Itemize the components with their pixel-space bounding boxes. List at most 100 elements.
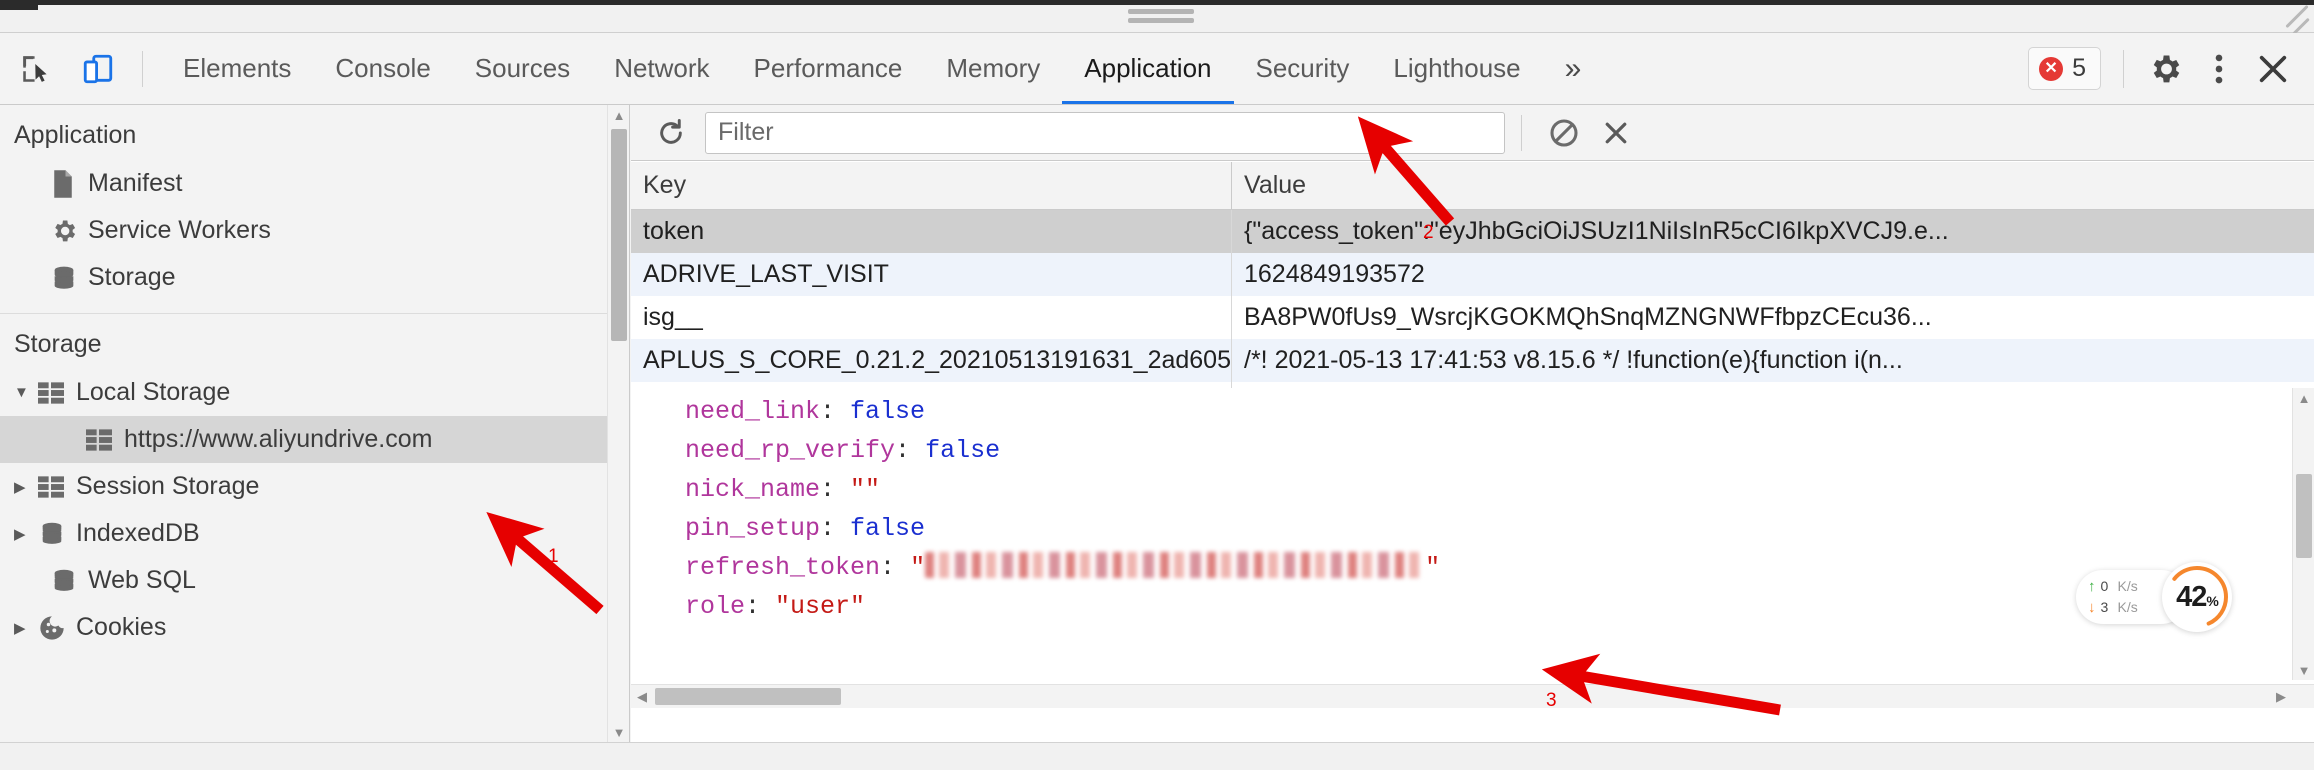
devtools-tabbar: Elements Console Sources Network Perform… [0,33,2314,105]
preview-value: false [925,436,1001,465]
sidebar-item-label: Service Workers [88,216,271,244]
preview-key: role [685,592,746,621]
chevron-down-icon[interactable]: ▼ [14,384,38,401]
cell-key: token [631,210,1232,253]
sidebar-item-indexeddb[interactable]: ▶ IndexedDB [0,510,629,557]
close-icon[interactable] [2246,42,2300,96]
scroll-down-icon[interactable]: ▼ [2293,660,2314,680]
sidebar-item-label: IndexedDB [76,519,200,547]
kebab-menu-icon[interactable] [2192,42,2246,96]
preview-line: need_link: false [685,397,926,426]
error-count-badge[interactable]: ✕ 5 [2028,47,2101,90]
preview-key: need_rp_verify [685,436,896,465]
application-sidebar: Application Manifest Service Workers Sto… [0,105,630,742]
gear-icon[interactable] [2138,42,2192,96]
sidebar-scrollbar[interactable]: ▲ ▼ [607,105,629,742]
cell-value: {"access_token":"eyJhbGciOiJSUzI1NiIsInR… [1244,217,1949,245]
devtools-window: Elements Console Sources Network Perform… [0,0,2314,770]
sidebar-item-manifest[interactable]: Manifest [0,160,629,207]
filter-input[interactable] [705,111,1505,154]
inspect-element-icon[interactable] [10,43,62,95]
sidebar-item-cookies[interactable]: ▶ Cookies [0,604,629,651]
tab-application[interactable]: Application [1062,33,1233,104]
table-icon [38,475,76,498]
tab-performance[interactable]: Performance [732,33,925,104]
window-bottom-strip [0,742,2314,770]
document-icon [50,169,88,199]
sidebar-section-storage-title: Storage [14,330,102,358]
scrollbar-thumb[interactable] [655,688,841,705]
cookie-icon [38,614,76,642]
tab-lighthouse[interactable]: Lighthouse [1371,33,1542,104]
network-speed-widget[interactable]: ↑ 0 K/s ↓ 3 K/s 42% [2076,562,2232,632]
tab-security[interactable]: Security [1234,33,1372,104]
chevron-right-icon[interactable]: ▶ [14,525,38,543]
preview-value: false [850,397,926,426]
more-tabs-icon[interactable]: » [1543,33,1604,104]
toolbar-separator [142,50,143,87]
cell-key: APLUS_S_CORE_0.21.2_20210513191631_2ad60… [631,339,1232,382]
sidebar-item-label: Local Storage [76,378,231,406]
sidebar-item-session-storage[interactable]: ▶ Session Storage [0,463,629,510]
refresh-icon[interactable] [645,107,697,159]
preview-key: nick_name [685,475,821,504]
redacted-token-value [925,552,1426,578]
preview-line: role: "user" [685,592,866,621]
upload-unit: K/s [2117,578,2138,594]
cell-key: ADRIVE_LAST_VISIT [631,253,1232,296]
column-header-key[interactable]: Key [631,162,1232,209]
preview-value: false [850,514,926,543]
value-preview-panel: need_link: false need_rp_verify: false n… [631,388,2314,708]
sidebar-item-local-storage[interactable]: ▼ Local Storage [0,369,629,416]
sidebar-item-label: Manifest [88,169,183,197]
tab-memory[interactable]: Memory [924,33,1062,104]
cell-key: isg__ [631,296,1232,339]
database-icon [50,568,88,594]
chevron-right-icon[interactable]: ▶ [14,619,38,637]
scrollbar-thumb[interactable] [611,129,627,341]
scroll-left-icon[interactable]: ◀ [631,685,653,709]
sidebar-item-label: Session Storage [76,472,260,500]
sidebar-item-label: Storage [88,263,176,291]
sidebar-item-label: https://www.aliyundrive.com [124,425,433,453]
tab-sources[interactable]: Sources [453,33,592,104]
window-resize-corner[interactable] [2264,3,2310,36]
sidebar-item-label: Cookies [76,613,167,641]
tab-console[interactable]: Console [313,33,452,104]
table-row[interactable]: isg__ BA8PW0fUs9_WsrcjKGOKMQhSnqMZNGNWFf… [631,296,2314,339]
table-row[interactable]: token {"access_token":"eyJhbGciOiJSUzI1N… [631,210,2314,253]
cell-value: 1624849193572 [1244,260,1425,288]
gear-icon [50,217,88,245]
cpu-usage-percent: 42% [2176,580,2219,613]
preview-key: pin_setup [685,514,821,543]
toolbar-separator-2 [2123,49,2124,88]
scroll-up-icon[interactable]: ▲ [608,105,629,125]
sidebar-item-web-sql[interactable]: Web SQL [0,557,629,604]
scrollbar-thumb[interactable] [2296,474,2312,558]
column-header-value[interactable]: Value [1232,162,2314,209]
sidebar-item-service-workers[interactable]: Service Workers [0,207,629,254]
sidebar-item-storage[interactable]: Storage [0,254,629,301]
preview-line: pin_setup: false [685,514,926,543]
table-row[interactable]: ADRIVE_LAST_VISIT 1624849193572 [631,253,2314,296]
preview-value: "user" [775,592,866,621]
preview-value: "" [850,475,881,504]
tab-elements[interactable]: Elements [161,33,313,104]
tab-network[interactable]: Network [592,33,731,104]
scroll-up-icon[interactable]: ▲ [2293,388,2314,408]
clear-all-icon[interactable] [1538,107,1590,159]
scroll-right-icon[interactable]: ▶ [2270,685,2292,709]
table-row[interactable]: APLUS_S_CORE_0.21.2_20210513191631_2ad60… [631,339,2314,382]
annotation-number-3: 3 [1546,690,1557,711]
preview-vertical-scrollbar[interactable]: ▲ ▼ [2292,388,2314,680]
delete-selected-icon[interactable] [1590,107,1642,159]
annotation-number-2: 2 [1423,222,1434,243]
chevron-right-icon[interactable]: ▶ [14,478,38,496]
annotation-number-1: 1 [548,546,559,567]
toggle-device-toolbar-icon[interactable] [72,43,124,95]
preview-horizontal-scrollbar[interactable]: ◀ ▶ [631,684,2314,708]
preview-line-refresh-token: refresh_token: " " [685,552,1441,582]
panel-drag-handle[interactable] [1128,9,1194,23]
scroll-down-icon[interactable]: ▼ [608,722,629,742]
sidebar-item-local-storage-origin[interactable]: https://www.aliyundrive.com [0,416,629,463]
